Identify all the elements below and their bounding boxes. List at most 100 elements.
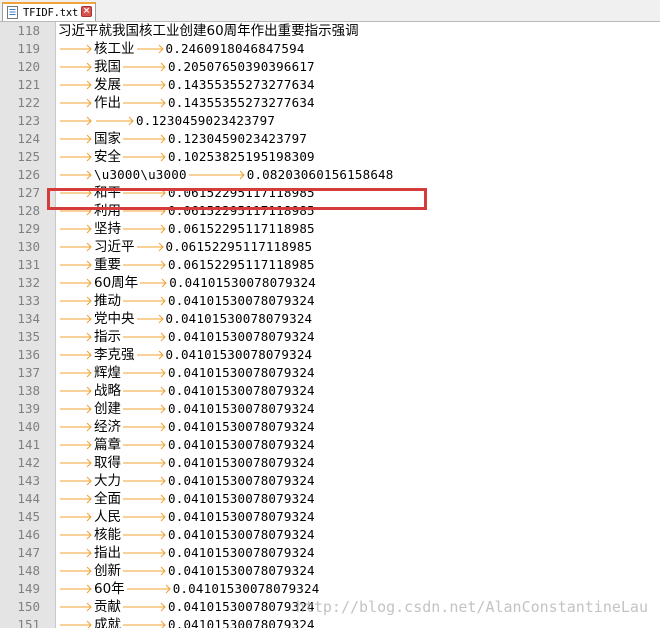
line-number: 121 bbox=[17, 77, 40, 92]
tab-arrow-icon bbox=[58, 40, 94, 58]
tab-arrow-icon bbox=[121, 130, 168, 148]
line-number: 127 bbox=[17, 185, 40, 200]
line-text: 辉煌 bbox=[94, 365, 121, 381]
line-value: 0.14355355273277634 bbox=[168, 95, 315, 110]
tab-arrow-icon bbox=[121, 328, 168, 346]
line-text: 发展 bbox=[94, 77, 121, 93]
line-text: 坚持 bbox=[94, 221, 121, 237]
line-value: 0.04101530078079324 bbox=[168, 455, 315, 470]
editor-line: 132 60周年 0.04101530078079324 bbox=[0, 274, 660, 292]
line-number: 130 bbox=[17, 239, 40, 254]
line-value: 0.06152295117118985 bbox=[168, 257, 315, 272]
tab-arrow-icon bbox=[58, 544, 94, 562]
tab-arrow-icon bbox=[121, 76, 168, 94]
line-text: 重要 bbox=[94, 257, 121, 273]
tab-arrow-icon bbox=[121, 418, 168, 436]
line-value: 0.04101530078079324 bbox=[169, 275, 316, 290]
line-value: 0.14355355273277634 bbox=[168, 77, 315, 92]
line-value: 0.04101530078079324 bbox=[168, 401, 315, 416]
line-content: 指出 0.04101530078079324 bbox=[58, 544, 315, 562]
line-content: 党中央 0.04101530078079324 bbox=[58, 310, 312, 328]
line-text: 60周年 bbox=[94, 275, 139, 291]
tab-arrow-icon bbox=[121, 364, 168, 382]
line-value: 0.1230459023423797 bbox=[136, 113, 276, 128]
line-number: 125 bbox=[17, 149, 40, 164]
tab-arrow-icon bbox=[58, 256, 94, 274]
editor-line: 149 60年 0.04101530078079324 bbox=[0, 580, 660, 598]
line-content: 习近平 0.06152295117118985 bbox=[58, 238, 312, 256]
close-icon[interactable]: × bbox=[81, 6, 92, 17]
line-number: 136 bbox=[17, 347, 40, 362]
editor-line: 135 指示 0.04101530078079324 bbox=[0, 328, 660, 346]
editor-line: 143 大力 0.04101530078079324 bbox=[0, 472, 660, 490]
tab-bar: TFIDF.txt × bbox=[0, 0, 660, 22]
line-number: 138 bbox=[17, 383, 40, 398]
tab-arrow-icon bbox=[58, 526, 94, 544]
line-value: 0.08203060156158648 bbox=[246, 167, 394, 182]
line-value: 0.04101530078079324 bbox=[168, 491, 315, 506]
editor-line: 123 0.1230459023423797 bbox=[0, 112, 660, 130]
editor-line: 120 我国 0.20507650390396617 bbox=[0, 58, 660, 76]
editor-line: 122 作出 0.14355355273277634 bbox=[0, 94, 660, 112]
line-number: 129 bbox=[17, 221, 40, 236]
line-text: 取得 bbox=[94, 455, 121, 471]
line-value: 0.1230459023423797 bbox=[168, 131, 308, 146]
line-text: 全面 bbox=[94, 491, 121, 507]
editor-line: 137 辉煌 0.04101530078079324 bbox=[0, 364, 660, 382]
tab-arrow-icon bbox=[125, 580, 173, 598]
tab-label: TFIDF.txt bbox=[23, 6, 79, 19]
line-text: 指示 bbox=[94, 329, 121, 345]
line-number: 142 bbox=[17, 455, 40, 470]
editor-line: 139 创建 0.04101530078079324 bbox=[0, 400, 660, 418]
editor-line: 124 国家 0.1230459023423797 bbox=[0, 130, 660, 148]
line-value: 0.06152295117118985 bbox=[168, 203, 315, 218]
line-text: 利用 bbox=[94, 203, 121, 219]
line-content: 国家 0.1230459023423797 bbox=[58, 130, 307, 148]
line-content: 贡献 0.04101530078079324 bbox=[58, 598, 315, 616]
line-number: 148 bbox=[17, 563, 40, 578]
tab-arrow-icon bbox=[58, 58, 94, 76]
line-content: 大力 0.04101530078079324 bbox=[58, 472, 315, 490]
line-number: 134 bbox=[17, 311, 40, 326]
line-content: 0.1230459023423797 bbox=[58, 112, 275, 130]
tab-arrow-icon bbox=[121, 454, 168, 472]
line-content: 人民 0.04101530078079324 bbox=[58, 508, 315, 526]
line-content: 篇章 0.04101530078079324 bbox=[58, 436, 315, 454]
tab-arrow-icon bbox=[58, 328, 94, 346]
tab-arrow-icon bbox=[121, 400, 168, 418]
line-content: 创建 0.04101530078079324 bbox=[58, 400, 315, 418]
tab-arrow-icon bbox=[58, 274, 94, 292]
line-content: 成就 0.04101530078079324 bbox=[58, 616, 315, 628]
tab-arrow-icon bbox=[121, 508, 168, 526]
tab-arrow-icon bbox=[121, 382, 168, 400]
editor-line: 129 坚持 0.06152295117118985 bbox=[0, 220, 660, 238]
tab-arrow-icon bbox=[58, 598, 94, 616]
line-content: 利用 0.06152295117118985 bbox=[58, 202, 315, 220]
line-value: 0.04101530078079324 bbox=[168, 473, 315, 488]
line-number: 119 bbox=[17, 41, 40, 56]
line-content: 取得 0.04101530078079324 bbox=[58, 454, 315, 472]
tab-arrow-icon bbox=[58, 472, 94, 490]
file-tab[interactable]: TFIDF.txt × bbox=[2, 2, 96, 21]
tab-arrow-icon bbox=[187, 166, 247, 184]
line-value: 0.04101530078079324 bbox=[165, 347, 313, 362]
line-text: 战略 bbox=[94, 383, 121, 399]
line-content: 李克强 0.04101530078079324 bbox=[58, 346, 312, 364]
editor-line: 128 利用 0.06152295117118985 bbox=[0, 202, 660, 220]
line-number: 120 bbox=[17, 59, 40, 74]
line-number: 147 bbox=[17, 545, 40, 560]
line-value: 0.06152295117118985 bbox=[165, 239, 313, 254]
line-text: \u3000\u3000 bbox=[94, 167, 187, 182]
line-content: 核能 0.04101530078079324 bbox=[58, 526, 315, 544]
editor-area[interactable]: 118 习近平就我国核工业创建60周年作出重要指示强调 119 核工业 0.246091… bbox=[0, 22, 660, 628]
tab-arrow-icon bbox=[58, 436, 94, 454]
line-content: 发展 0.14355355273277634 bbox=[58, 76, 315, 94]
tab-arrow-icon bbox=[58, 454, 94, 472]
tab-arrow-icon bbox=[58, 166, 94, 184]
line-number: 131 bbox=[17, 257, 40, 272]
line-content: 指示 0.04101530078079324 bbox=[58, 328, 315, 346]
line-text: 国家 bbox=[94, 131, 121, 147]
line-value: 0.10253825195198309 bbox=[168, 149, 315, 164]
editor-line: 133 推动 0.04101530078079324 bbox=[0, 292, 660, 310]
tab-arrow-icon bbox=[121, 58, 168, 76]
